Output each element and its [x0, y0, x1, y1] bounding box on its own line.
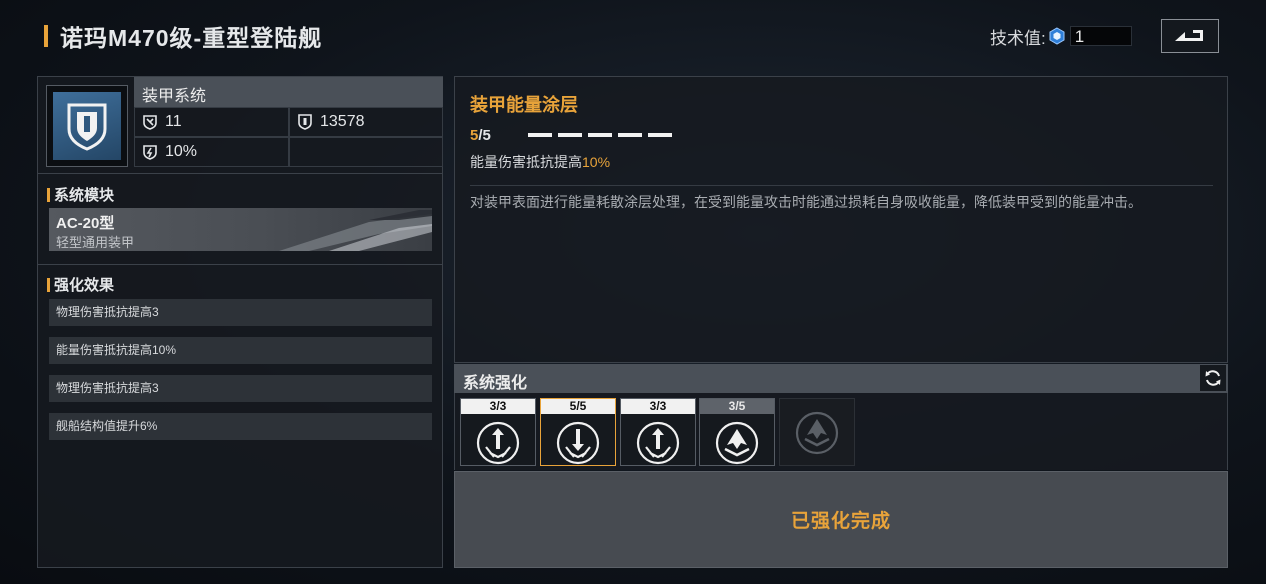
module-name: AC-20型: [56, 215, 115, 232]
effects-section-text: 强化效果: [54, 277, 115, 294]
arrow-down-shield-icon: [556, 421, 600, 465]
level-pip: [528, 133, 552, 137]
level-pip: [618, 133, 642, 137]
stat-value: 10%: [165, 143, 198, 160]
module-subtitle: 轻型通用装甲: [56, 235, 135, 250]
divider: [470, 185, 1213, 186]
slot-count: 3/5: [700, 399, 774, 414]
tech-value-label: 技术值:: [990, 28, 1046, 48]
stat-value: 11: [165, 113, 182, 130]
module-card[interactable]: AC-20型 轻型通用装甲: [49, 208, 432, 251]
page-header: 诺玛M470级-重型登陆舰: [44, 22, 323, 51]
enhancement-slot-locked[interactable]: [779, 398, 855, 466]
slot-count: 3/3: [461, 399, 535, 414]
effect-row: 能量伤害抵抗提高10%: [49, 337, 432, 364]
enhancement-slot-selected[interactable]: 5/5: [540, 398, 616, 466]
tech-point-icon: [1049, 27, 1065, 45]
physical-armor-icon: [143, 115, 157, 130]
module-art-image: [279, 210, 432, 251]
stat-value: 13578: [320, 113, 365, 130]
title-accent-mark: [44, 25, 48, 47]
module-section-text: 系统模块: [54, 187, 115, 204]
effect-value: 10%: [582, 154, 611, 170]
level-pip: [648, 133, 672, 137]
slot-count: 5/5: [541, 399, 615, 414]
upgrade-detail-panel: 装甲能量涂层 5/5 能量伤害抵抗提高10% 对装甲表面进行能量耗散涂层处理，在…: [454, 76, 1228, 363]
upgrade-description: 对装甲表面进行能量耗散涂层处理，在受到能量攻击时能通过损耗自身吸收能量，降低装甲…: [470, 194, 1142, 210]
level-pip: [588, 133, 612, 137]
enhancement-slot[interactable]: 3/5: [699, 398, 775, 466]
energy-armor-icon: [143, 145, 157, 160]
divider: [38, 264, 442, 265]
effect-row: 物理伤害抵抗提高3: [49, 375, 432, 402]
system-icon-frame[interactable]: [46, 85, 128, 167]
module-section-label: 系统模块: [47, 184, 114, 205]
refresh-icon: [1205, 370, 1221, 386]
chevron-shield-icon: [715, 421, 759, 465]
arrow-up-shield-icon: [476, 421, 520, 465]
upgrade-level: 5/5: [470, 127, 491, 144]
enhance-complete-button[interactable]: 已强化完成: [454, 471, 1228, 568]
slot-count: 3/3: [621, 399, 695, 414]
stat-hull: 13578: [289, 107, 443, 137]
stat-empty-cell: [289, 137, 443, 167]
effects-section-label: 强化效果: [47, 274, 114, 295]
divider: [38, 173, 442, 174]
enhancement-slots: 3/3 5/5 3/3 3/5: [454, 393, 1228, 470]
armor-shield-icon: [67, 103, 107, 151]
enhancement-slot[interactable]: 3/3: [620, 398, 696, 466]
stat-energy-armor: 10%: [134, 137, 289, 167]
page-title: 诺玛M470级-重型登陆舰: [60, 25, 323, 51]
back-button[interactable]: [1161, 19, 1219, 53]
effect-prefix: 能量伤害抵抗提高: [470, 154, 582, 170]
arrow-up-shield-icon: [636, 421, 680, 465]
tech-value-field: 1: [1069, 26, 1132, 46]
upgrade-effect: 能量伤害抵抗提高10%: [470, 152, 610, 172]
effect-row: 物理伤害抵抗提高3: [49, 299, 432, 326]
system-name: 装甲系统: [142, 88, 207, 105]
stat-physical-armor: 11: [134, 107, 289, 137]
enhancement-title: 系统强化: [463, 375, 528, 392]
enhance-status-text: 已强化完成: [790, 511, 891, 532]
hull-shield-icon: [298, 114, 312, 130]
level-pip: [558, 133, 582, 137]
upgrade-title: 装甲能量涂层: [470, 95, 578, 115]
enhancement-slot[interactable]: 3/3: [460, 398, 536, 466]
effect-row: 舰船结构值提升6%: [49, 413, 432, 440]
enhancement-header: 系统强化: [454, 364, 1228, 393]
tech-value-display: 技术值: 1: [990, 24, 1132, 48]
chevron-shield-icon: [795, 411, 839, 455]
level-max: /5: [478, 127, 491, 144]
back-arrow-icon: [1175, 30, 1203, 41]
system-info-panel: 装甲系统 11 13578 10% 系统模块 AC-20型 轻型通用装甲 强化效…: [37, 76, 443, 568]
level-pips: [528, 133, 678, 137]
refresh-button[interactable]: [1200, 365, 1226, 391]
system-name-header: 装甲系统: [134, 77, 443, 107]
